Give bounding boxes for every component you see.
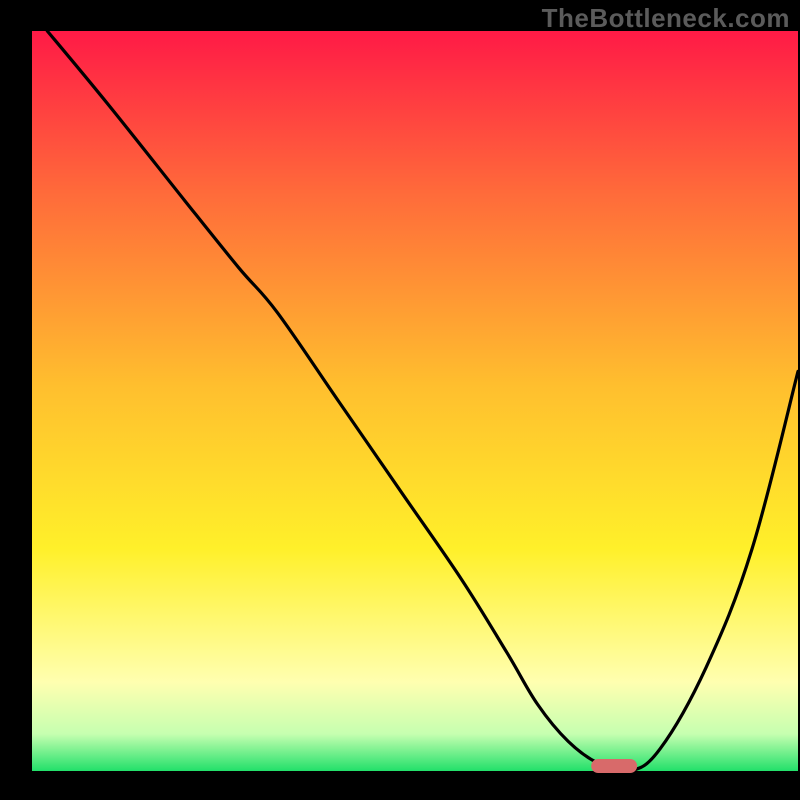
gradient-background xyxy=(32,31,798,771)
optimal-marker xyxy=(591,759,637,773)
watermark-text: TheBottleneck.com xyxy=(542,3,790,34)
bottleneck-chart xyxy=(0,0,800,800)
chart-container: { "watermark": "TheBottleneck.com", "col… xyxy=(0,0,800,800)
